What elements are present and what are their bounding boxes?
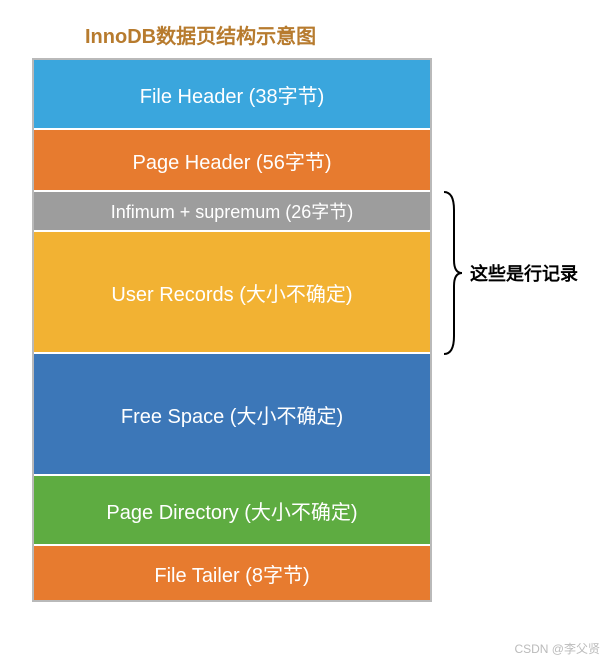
curly-brace-icon	[442, 190, 464, 356]
block-file-tailer: File Tailer (8字节)	[34, 546, 430, 600]
row-records-annotation: 这些是行记录	[442, 190, 578, 356]
watermark: CSDN @李父贤	[514, 640, 600, 657]
block-free-space: Free Space (大小不确定)	[34, 354, 430, 476]
block-file-header: File Header (38字节)	[34, 60, 430, 130]
annotation-text: 这些是行记录	[470, 260, 578, 286]
diagram-title: InnoDB数据页结构示意图	[85, 20, 610, 49]
page-structure-stack: File Header (38字节) Page Header (56字节) In…	[32, 58, 432, 602]
block-user-records: User Records (大小不确定)	[34, 232, 430, 354]
block-page-header: Page Header (56字节)	[34, 130, 430, 192]
block-infimum-supremum: Infimum + supremum (26字节)	[34, 192, 430, 232]
block-page-directory: Page Directory (大小不确定)	[34, 476, 430, 546]
